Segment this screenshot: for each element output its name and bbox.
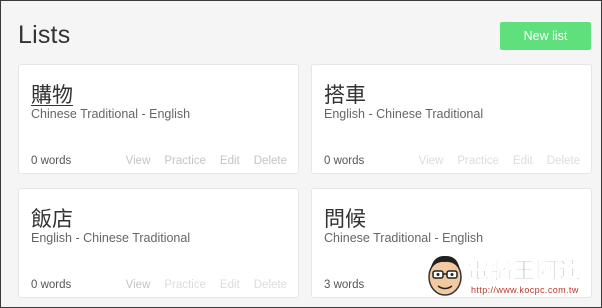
edit-button[interactable]: Edit xyxy=(220,279,240,291)
list-card: 搭車 English - Chinese Traditional 0 words… xyxy=(311,64,592,174)
list-languages: Chinese Traditional - English xyxy=(324,231,484,245)
page-title: Lists xyxy=(18,21,71,49)
practice-button[interactable]: Practice xyxy=(164,279,206,291)
list-actions: View Practice Edit Delete xyxy=(126,155,287,167)
view-button[interactable]: View xyxy=(126,279,151,291)
list-languages: Chinese Traditional - English xyxy=(31,107,191,121)
delete-button[interactable]: Delete xyxy=(254,155,287,167)
list-name-link[interactable]: 搭車 xyxy=(324,79,366,109)
word-count: 0 words xyxy=(324,155,365,167)
watermark-url: http://www.kocpc.com.tw xyxy=(471,285,579,295)
list-card: 飯店 English - Chinese Traditional 0 words… xyxy=(18,188,299,298)
list-name-link[interactable]: 問候 xyxy=(324,203,366,233)
watermark-title: 電腦王阿達 xyxy=(467,259,583,285)
practice-button[interactable]: Practice xyxy=(164,155,206,167)
word-count: 3 words xyxy=(324,279,365,291)
delete-button[interactable]: Delete xyxy=(547,155,580,167)
edit-button[interactable]: Edit xyxy=(220,155,240,167)
view-button[interactable]: View xyxy=(419,155,444,167)
list-languages: English - Chinese Traditional xyxy=(324,107,484,121)
app-frame: Lists New list 購物 Chinese Traditional - … xyxy=(0,0,602,308)
mascot-face-icon xyxy=(428,255,462,296)
word-count: 0 words xyxy=(31,155,72,167)
delete-button[interactable]: Delete xyxy=(254,279,287,291)
new-list-button[interactable]: New list xyxy=(500,22,591,50)
list-actions: View Practice Edit Delete xyxy=(419,155,580,167)
list-name-link[interactable]: 購物 xyxy=(31,79,73,109)
list-card: 購物 Chinese Traditional - English 0 words… xyxy=(18,64,299,174)
watermark-logo: 電腦王阿達 http://www.kocpc.com.tw xyxy=(421,251,599,305)
list-actions: View Practice Edit Delete xyxy=(126,279,287,291)
list-languages: English - Chinese Traditional xyxy=(31,231,191,245)
list-name-link[interactable]: 飯店 xyxy=(31,203,73,233)
edit-button[interactable]: Edit xyxy=(513,155,533,167)
word-count: 0 words xyxy=(31,279,72,291)
practice-button[interactable]: Practice xyxy=(457,155,499,167)
view-button[interactable]: View xyxy=(126,155,151,167)
